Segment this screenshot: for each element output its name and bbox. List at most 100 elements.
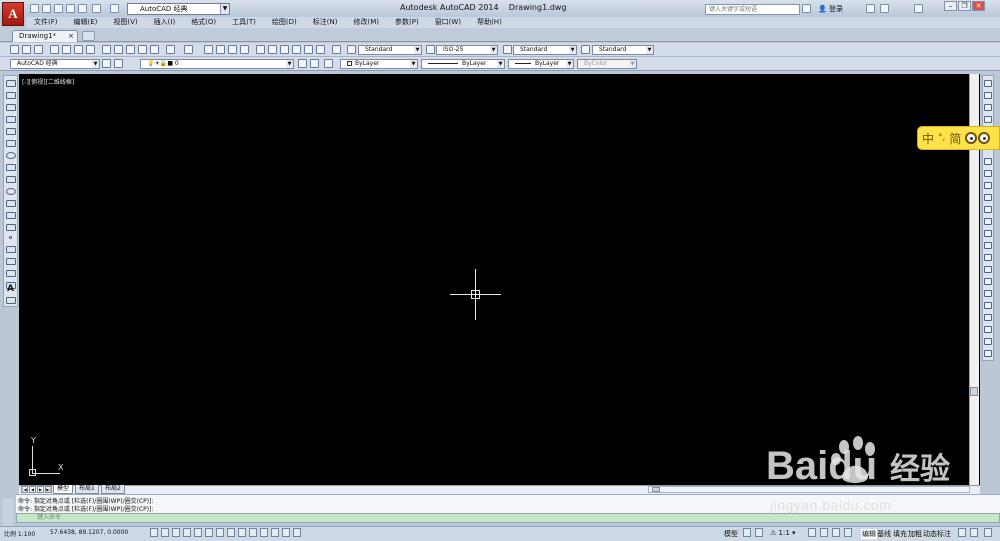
- layer-properties-icon[interactable]: [114, 59, 123, 68]
- model-space-button[interactable]: 模型: [724, 529, 738, 539]
- paste-icon[interactable]: [126, 45, 135, 54]
- close-tab-icon[interactable]: ×: [68, 31, 74, 42]
- pan-icon[interactable]: [204, 45, 213, 54]
- hardware-acceleration-icon[interactable]: [958, 528, 966, 537]
- object-snap-toggle[interactable]: [205, 528, 213, 537]
- menu-help[interactable]: 帮助(H): [469, 17, 510, 28]
- draw-order-front-icon[interactable]: [984, 338, 992, 345]
- linetype-dropdown[interactable]: ByLayer ▼: [421, 59, 505, 69]
- workspace-dropdown-2[interactable]: AutoCAD 经典 ▼: [10, 59, 100, 69]
- fillet-icon[interactable]: [984, 290, 992, 297]
- horizontal-scroll-thumb[interactable]: [652, 487, 660, 492]
- first-layout-icon[interactable]: |◀: [21, 486, 28, 493]
- multileader-style-icon[interactable]: [581, 45, 590, 54]
- tab-drawing1[interactable]: Drawing1* ×: [12, 30, 78, 42]
- help-search-input[interactable]: 键入关键字或短语: [705, 4, 800, 15]
- lineweight-toggle[interactable]: [260, 528, 268, 537]
- redo-icon[interactable]: [110, 4, 119, 13]
- text-style-dropdown[interactable]: Standard ▼: [358, 45, 422, 55]
- transparency-toggle[interactable]: [271, 528, 279, 537]
- status-fill[interactable]: 填充: [893, 529, 907, 539]
- annotation-scale[interactable]: ⚠ 1:1 ▾: [770, 529, 796, 537]
- close-button[interactable]: ✕: [972, 1, 985, 11]
- mirror-icon[interactable]: [984, 104, 992, 111]
- undo-icon[interactable]: [166, 45, 175, 54]
- minimize-button[interactable]: –: [944, 1, 957, 11]
- ime-language[interactable]: 中: [922, 130, 934, 147]
- ime-mode[interactable]: 简: [949, 130, 961, 147]
- zoom-window-icon[interactable]: [228, 45, 237, 54]
- next-layout-icon[interactable]: ▶: [37, 486, 44, 493]
- region-icon[interactable]: [6, 270, 16, 277]
- sign-in-button[interactable]: 👤 登录: [818, 4, 843, 14]
- quick-view-layouts-icon[interactable]: [743, 528, 751, 537]
- plotstyle-dropdown[interactable]: ByColor ▼: [577, 59, 637, 69]
- drawing-canvas[interactable]: [19, 74, 980, 486]
- command-line-handle[interactable]: [2, 498, 14, 526]
- multileader-style-dropdown[interactable]: Standard ▼: [592, 45, 654, 55]
- selection-cycling-toggle[interactable]: [293, 528, 301, 537]
- publish-icon[interactable]: [74, 45, 83, 54]
- array-icon[interactable]: [984, 158, 992, 165]
- markup-icon[interactable]: [304, 45, 313, 54]
- allow-dynamic-ucs-toggle[interactable]: [238, 528, 246, 537]
- quickcalc-icon[interactable]: [316, 45, 325, 54]
- scale-readout[interactable]: 比例 1:100: [4, 529, 35, 538]
- hatch-icon[interactable]: [6, 246, 16, 253]
- print-preview-icon[interactable]: [62, 45, 71, 54]
- infer-constraints-toggle[interactable]: [150, 528, 158, 537]
- coordinate-readout[interactable]: 57.6438, 89.1207, 0.0000: [50, 529, 128, 536]
- help-icon[interactable]: [914, 4, 923, 13]
- copy-object-icon[interactable]: [984, 92, 992, 99]
- open-icon[interactable]: [22, 45, 31, 54]
- undo-icon[interactable]: [92, 4, 101, 13]
- snap-mode-toggle[interactable]: [161, 528, 169, 537]
- tab-model[interactable]: 模型: [53, 485, 74, 494]
- object-snap-tracking-toggle[interactable]: [227, 528, 235, 537]
- autocad-logo-button[interactable]: A: [2, 2, 24, 26]
- tool-palettes-icon[interactable]: [280, 45, 289, 54]
- break-icon[interactable]: [984, 254, 992, 261]
- menu-modify[interactable]: 修改(M): [345, 17, 387, 28]
- dim-style-dropdown[interactable]: ISO-25 ▼: [436, 45, 498, 55]
- lock-ui-icon[interactable]: [844, 528, 852, 537]
- block-editor-icon[interactable]: [150, 45, 159, 54]
- help-icon[interactable]: [332, 45, 341, 54]
- tab-layout2[interactable]: 布局2: [101, 485, 125, 494]
- line-icon[interactable]: [6, 80, 16, 87]
- isolate-objects-icon[interactable]: [970, 528, 978, 537]
- move-icon[interactable]: [984, 170, 992, 177]
- status-edit[interactable]: 编辑: [861, 529, 877, 539]
- join-icon[interactable]: [984, 266, 992, 273]
- multiline-text-icon[interactable]: A: [7, 284, 14, 294]
- annotation-visibility-icon[interactable]: [808, 528, 816, 537]
- quick-properties-toggle[interactable]: [282, 528, 290, 537]
- sheet-set-icon[interactable]: [292, 45, 301, 54]
- construction-line-icon[interactable]: [6, 92, 16, 99]
- design-center-icon[interactable]: [268, 45, 277, 54]
- polygon-icon[interactable]: [6, 116, 16, 123]
- save-as-icon[interactable]: [66, 4, 75, 13]
- save-icon[interactable]: [34, 45, 43, 54]
- layer-dropdown[interactable]: 💡☀🔓■ 0 ▼: [140, 59, 294, 69]
- stretch-icon[interactable]: [984, 206, 992, 213]
- redo-icon[interactable]: [184, 45, 193, 54]
- erase-icon[interactable]: [984, 80, 992, 87]
- lineweight-dropdown[interactable]: ByLayer ▼: [508, 59, 574, 69]
- ime-punctuation-icon[interactable]: °,: [938, 133, 945, 143]
- ortho-mode-toggle[interactable]: [183, 528, 191, 537]
- gradient-icon[interactable]: [6, 258, 16, 265]
- menu-edit[interactable]: 编辑(E): [66, 17, 106, 28]
- ime-toolbar[interactable]: 中 °, 简: [917, 126, 1000, 150]
- properties-icon[interactable]: [256, 45, 265, 54]
- rotate-icon[interactable]: [984, 182, 992, 189]
- workspace-switching-icon[interactable]: [832, 528, 840, 537]
- chamfer-icon[interactable]: [984, 278, 992, 285]
- print-icon[interactable]: [50, 45, 59, 54]
- make-current-layer-icon[interactable]: [298, 59, 307, 68]
- new-icon[interactable]: [10, 45, 19, 54]
- menu-tools[interactable]: 工具(T): [224, 17, 264, 28]
- revision-cloud-icon[interactable]: [6, 164, 16, 171]
- point-icon[interactable]: [9, 236, 12, 239]
- last-layout-icon[interactable]: ▶|: [45, 486, 52, 493]
